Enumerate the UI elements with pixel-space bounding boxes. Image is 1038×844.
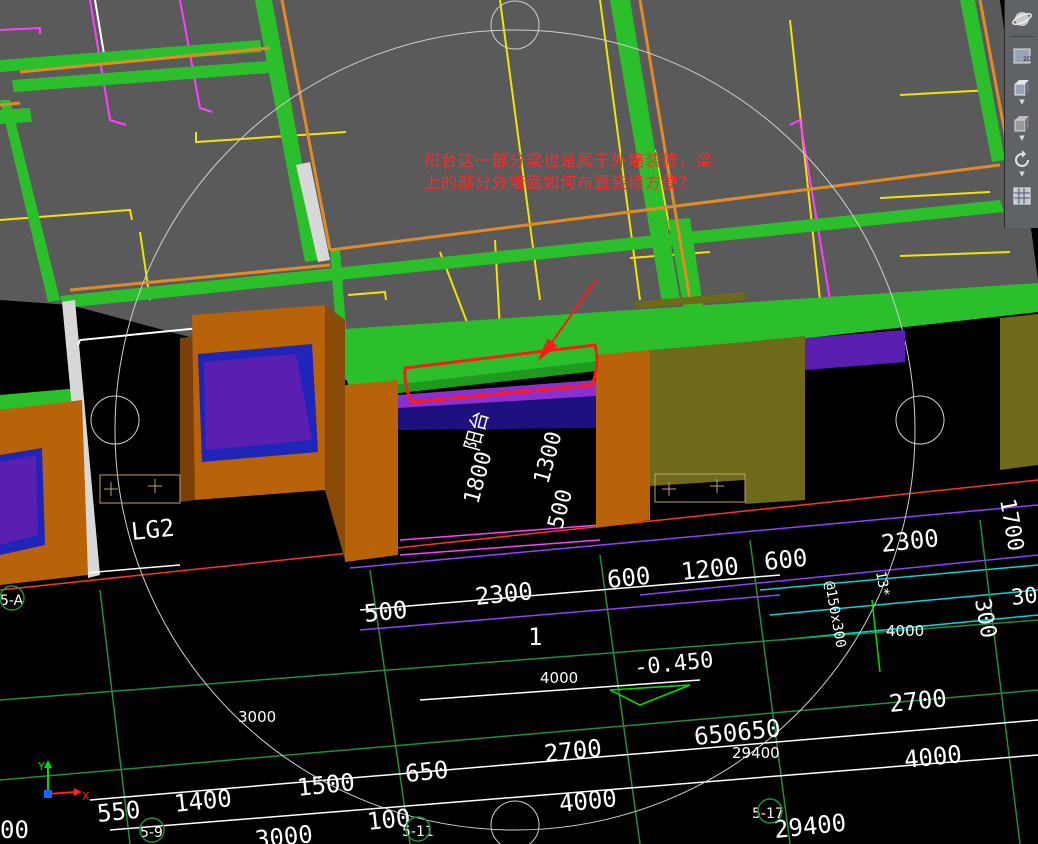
dim-2700a: 2700 xyxy=(543,734,603,768)
dim-30: 30 xyxy=(1010,583,1038,611)
chevron-down-icon[interactable]: ▼ xyxy=(1019,135,1024,142)
dim-4000d: 4000 xyxy=(558,784,618,818)
dim-1800: 1800 xyxy=(460,449,498,507)
dim-2300a: 2300 xyxy=(474,577,534,611)
dim-4000c: 4000 xyxy=(903,740,963,774)
orbit-handle-right[interactable] xyxy=(895,395,945,445)
view-toolbar: 2D ▼ ▼ ▼ xyxy=(1004,0,1038,228)
dim-500-vert: 500 xyxy=(544,487,578,532)
dimension-labels: 阳台 1800 1300 500 LG2 500 2300 600 1200 6… xyxy=(0,408,1038,844)
ucs-x-label: X xyxy=(82,790,90,803)
dim-3000b: 3000 xyxy=(254,820,314,844)
dim-2700b: 2700 xyxy=(888,684,948,718)
dim-1300: 1300 xyxy=(530,429,568,487)
dim-1: 1 xyxy=(528,623,542,651)
annotation-line-2: 上的部分外墙面如何布置装修方便？ xyxy=(424,173,697,192)
dim-500: 500 xyxy=(363,596,409,628)
dim-4000b: 4000 xyxy=(540,669,578,687)
beam-spec: @150x300 xyxy=(821,580,848,649)
dim-29400b: 29400 xyxy=(773,809,848,844)
dim-2300b: 2300 xyxy=(880,524,940,558)
toolbar-separator xyxy=(1010,36,1034,37)
dim-600a: 600 xyxy=(606,562,652,594)
grid-display-icon[interactable] xyxy=(1009,183,1035,209)
navigation-wheel-icon[interactable] xyxy=(1009,6,1035,32)
dim-600b: 600 xyxy=(763,544,809,576)
chevron-down-icon[interactable]: ▼ xyxy=(1019,99,1024,106)
room-lg2: LG2 xyxy=(130,514,176,546)
svg-text:2D: 2D xyxy=(1023,56,1032,63)
dim-29400a: 29400 xyxy=(732,744,780,762)
cad-3d-viewport[interactable]: 阳台 1800 1300 500 LG2 500 2300 600 1200 6… xyxy=(0,0,1038,844)
dim-1200: 1200 xyxy=(680,552,740,586)
dim-4000a: 4000 xyxy=(886,622,924,640)
dim-300: 300 xyxy=(969,597,1001,640)
dim-3000: 3000 xyxy=(238,708,276,726)
annotation-text: 阳台这一部分梁也是属于外墙装修，梁 上的部分外墙面如何布置装修方便？ xyxy=(424,150,804,194)
chevron-down-icon[interactable]: ▼ xyxy=(1019,171,1024,178)
ucs-y-label: Y xyxy=(37,760,45,773)
dim-550: 550 xyxy=(96,796,142,828)
dim-00: 00 xyxy=(0,816,29,844)
annotation-line-1: 阳台这一部分梁也是属于外墙装修，梁 xyxy=(424,151,714,170)
ucs-icon: Y X xyxy=(37,760,90,803)
dim-1700: 1700 xyxy=(994,497,1028,554)
elevation: -0.450 xyxy=(633,648,715,681)
dim-1400: 1400 xyxy=(173,784,233,818)
orbit-handle-bottom[interactable] xyxy=(490,800,540,844)
dim-1500: 1500 xyxy=(296,768,356,802)
2d-view-icon[interactable]: 2D xyxy=(1009,43,1035,69)
tag-13: 13* xyxy=(872,570,892,598)
green-arrow xyxy=(871,599,881,673)
dim-650: 650 xyxy=(404,756,450,788)
